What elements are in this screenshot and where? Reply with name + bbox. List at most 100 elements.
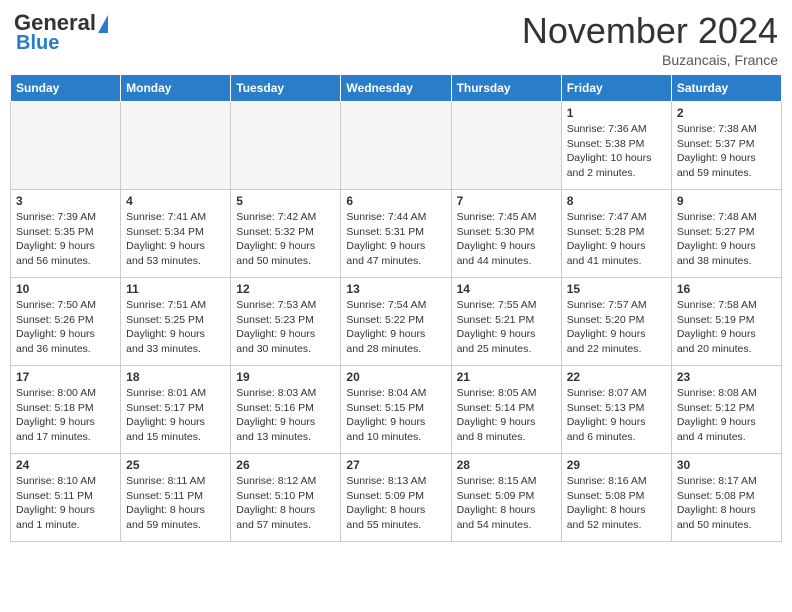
day-info: Sunrise: 7:58 AM Sunset: 5:19 PM Dayligh…	[677, 298, 776, 357]
calendar-cell-2-4: 14 Sunrise: 7:55 AM Sunset: 5:21 PM Dayli…	[451, 278, 561, 366]
day-info: Sunrise: 8:10 AM Sunset: 5:11 PM Dayligh…	[16, 474, 115, 533]
calendar-cell-0-2	[231, 102, 341, 190]
day-info: Sunrise: 7:42 AM Sunset: 5:32 PM Dayligh…	[236, 210, 335, 269]
calendar-cell-2-3: 13 Sunrise: 7:54 AM Sunset: 5:22 PM Dayli…	[341, 278, 451, 366]
logo: General Blue	[14, 10, 108, 55]
day-number: 12	[236, 282, 335, 296]
calendar-cell-3-0: 17 Sunrise: 8:00 AM Sunset: 5:18 PM Dayli…	[11, 366, 121, 454]
day-number: 27	[346, 458, 445, 472]
day-info: Sunrise: 7:41 AM Sunset: 5:34 PM Dayligh…	[126, 210, 225, 269]
calendar-cell-2-0: 10 Sunrise: 7:50 AM Sunset: 5:26 PM Dayli…	[11, 278, 121, 366]
week-row-4: 17 Sunrise: 8:00 AM Sunset: 5:18 PM Dayli…	[11, 366, 782, 454]
day-info: Sunrise: 8:08 AM Sunset: 5:12 PM Dayligh…	[677, 386, 776, 445]
day-info: Sunrise: 7:55 AM Sunset: 5:21 PM Dayligh…	[457, 298, 556, 357]
day-info: Sunrise: 8:12 AM Sunset: 5:10 PM Dayligh…	[236, 474, 335, 533]
day-info: Sunrise: 8:11 AM Sunset: 5:11 PM Dayligh…	[126, 474, 225, 533]
calendar-cell-2-6: 16 Sunrise: 7:58 AM Sunset: 5:19 PM Dayli…	[671, 278, 781, 366]
calendar-cell-1-1: 4 Sunrise: 7:41 AM Sunset: 5:34 PM Daylig…	[121, 190, 231, 278]
week-row-1: 1 Sunrise: 7:36 AM Sunset: 5:38 PM Daylig…	[11, 102, 782, 190]
calendar-cell-3-2: 19 Sunrise: 8:03 AM Sunset: 5:16 PM Dayli…	[231, 366, 341, 454]
day-info: Sunrise: 8:00 AM Sunset: 5:18 PM Dayligh…	[16, 386, 115, 445]
calendar-cell-4-0: 24 Sunrise: 8:10 AM Sunset: 5:11 PM Dayli…	[11, 454, 121, 542]
day-number: 29	[567, 458, 666, 472]
calendar-cell-3-6: 23 Sunrise: 8:08 AM Sunset: 5:12 PM Dayli…	[671, 366, 781, 454]
day-number: 21	[457, 370, 556, 384]
day-info: Sunrise: 7:57 AM Sunset: 5:20 PM Dayligh…	[567, 298, 666, 357]
day-number: 13	[346, 282, 445, 296]
calendar-cell-4-5: 29 Sunrise: 8:16 AM Sunset: 5:08 PM Dayli…	[561, 454, 671, 542]
page-header: General Blue November 2024 Buzancais, Fr…	[10, 10, 782, 68]
day-info: Sunrise: 7:53 AM Sunset: 5:23 PM Dayligh…	[236, 298, 335, 357]
day-number: 6	[346, 194, 445, 208]
calendar-cell-0-4	[451, 102, 561, 190]
day-number: 30	[677, 458, 776, 472]
calendar-header: SundayMondayTuesdayWednesdayThursdayFrid…	[11, 75, 782, 102]
day-info: Sunrise: 8:13 AM Sunset: 5:09 PM Dayligh…	[346, 474, 445, 533]
week-row-2: 3Sunrise: 7:39 AM Sunset: 5:35 PM Daylig…	[11, 190, 782, 278]
calendar-cell-1-5: 8Sunrise: 7:47 AM Sunset: 5:28 PM Daylig…	[561, 190, 671, 278]
header-cell-tuesday: Tuesday	[231, 75, 341, 102]
title-section: November 2024 Buzancais, France	[522, 10, 778, 68]
day-info: Sunrise: 7:45 AM Sunset: 5:30 PM Dayligh…	[457, 210, 556, 269]
calendar-cell-3-4: 21Sunrise: 8:05 AM Sunset: 5:14 PM Dayli…	[451, 366, 561, 454]
calendar-cell-4-3: 27 Sunrise: 8:13 AM Sunset: 5:09 PM Dayli…	[341, 454, 451, 542]
week-row-5: 24 Sunrise: 8:10 AM Sunset: 5:11 PM Dayli…	[11, 454, 782, 542]
day-info: Sunrise: 7:48 AM Sunset: 5:27 PM Dayligh…	[677, 210, 776, 269]
day-info: Sunrise: 7:47 AM Sunset: 5:28 PM Dayligh…	[567, 210, 666, 269]
header-cell-wednesday: Wednesday	[341, 75, 451, 102]
day-info: Sunrise: 8:16 AM Sunset: 5:08 PM Dayligh…	[567, 474, 666, 533]
day-number: 7	[457, 194, 556, 208]
header-cell-thursday: Thursday	[451, 75, 561, 102]
day-number: 16	[677, 282, 776, 296]
calendar-cell-1-6: 9 Sunrise: 7:48 AM Sunset: 5:27 PM Daylig…	[671, 190, 781, 278]
day-number: 5	[236, 194, 335, 208]
day-number: 9	[677, 194, 776, 208]
calendar-cell-1-3: 6 Sunrise: 7:44 AM Sunset: 5:31 PM Daylig…	[341, 190, 451, 278]
day-number: 4	[126, 194, 225, 208]
day-info: Sunrise: 8:03 AM Sunset: 5:16 PM Dayligh…	[236, 386, 335, 445]
day-info: Sunrise: 7:38 AM Sunset: 5:37 PM Dayligh…	[677, 122, 776, 181]
calendar-header-row: SundayMondayTuesdayWednesdayThursdayFrid…	[11, 75, 782, 102]
day-info: Sunrise: 7:36 AM Sunset: 5:38 PM Dayligh…	[567, 122, 666, 181]
calendar-cell-1-4: 7 Sunrise: 7:45 AM Sunset: 5:30 PM Daylig…	[451, 190, 561, 278]
calendar-cell-4-2: 26Sunrise: 8:12 AM Sunset: 5:10 PM Dayli…	[231, 454, 341, 542]
calendar-cell-0-5: 1 Sunrise: 7:36 AM Sunset: 5:38 PM Daylig…	[561, 102, 671, 190]
logo-blue: Blue	[16, 32, 59, 55]
day-number: 17	[16, 370, 115, 384]
day-number: 22	[567, 370, 666, 384]
calendar-cell-1-2: 5 Sunrise: 7:42 AM Sunset: 5:32 PM Daylig…	[231, 190, 341, 278]
calendar-cell-2-5: 15Sunrise: 7:57 AM Sunset: 5:20 PM Dayli…	[561, 278, 671, 366]
day-number: 23	[677, 370, 776, 384]
day-number: 10	[16, 282, 115, 296]
calendar-cell-4-1: 25Sunrise: 8:11 AM Sunset: 5:11 PM Dayli…	[121, 454, 231, 542]
day-info: Sunrise: 7:54 AM Sunset: 5:22 PM Dayligh…	[346, 298, 445, 357]
week-row-3: 10 Sunrise: 7:50 AM Sunset: 5:26 PM Dayli…	[11, 278, 782, 366]
day-number: 2	[677, 106, 776, 120]
day-number: 14	[457, 282, 556, 296]
calendar-cell-1-0: 3Sunrise: 7:39 AM Sunset: 5:35 PM Daylig…	[11, 190, 121, 278]
day-number: 11	[126, 282, 225, 296]
day-number: 1	[567, 106, 666, 120]
day-number: 24	[16, 458, 115, 472]
calendar-cell-0-0	[11, 102, 121, 190]
day-number: 3	[16, 194, 115, 208]
day-number: 28	[457, 458, 556, 472]
subtitle: Buzancais, France	[522, 52, 778, 68]
calendar-cell-4-6: 30 Sunrise: 8:17 AM Sunset: 5:08 PM Dayli…	[671, 454, 781, 542]
calendar-cell-2-2: 12 Sunrise: 7:53 AM Sunset: 5:23 PM Dayli…	[231, 278, 341, 366]
header-cell-friday: Friday	[561, 75, 671, 102]
day-info: Sunrise: 7:51 AM Sunset: 5:25 PM Dayligh…	[126, 298, 225, 357]
header-cell-saturday: Saturday	[671, 75, 781, 102]
day-info: Sunrise: 7:44 AM Sunset: 5:31 PM Dayligh…	[346, 210, 445, 269]
day-number: 19	[236, 370, 335, 384]
header-cell-monday: Monday	[121, 75, 231, 102]
calendar-cell-0-3	[341, 102, 451, 190]
day-info: Sunrise: 8:17 AM Sunset: 5:08 PM Dayligh…	[677, 474, 776, 533]
calendar-cell-3-1: 18Sunrise: 8:01 AM Sunset: 5:17 PM Dayli…	[121, 366, 231, 454]
day-info: Sunrise: 8:04 AM Sunset: 5:15 PM Dayligh…	[346, 386, 445, 445]
day-info: Sunrise: 7:50 AM Sunset: 5:26 PM Dayligh…	[16, 298, 115, 357]
calendar-cell-3-5: 22Sunrise: 8:07 AM Sunset: 5:13 PM Dayli…	[561, 366, 671, 454]
day-number: 18	[126, 370, 225, 384]
calendar-table: SundayMondayTuesdayWednesdayThursdayFrid…	[10, 74, 782, 542]
calendar-cell-4-4: 28Sunrise: 8:15 AM Sunset: 5:09 PM Dayli…	[451, 454, 561, 542]
